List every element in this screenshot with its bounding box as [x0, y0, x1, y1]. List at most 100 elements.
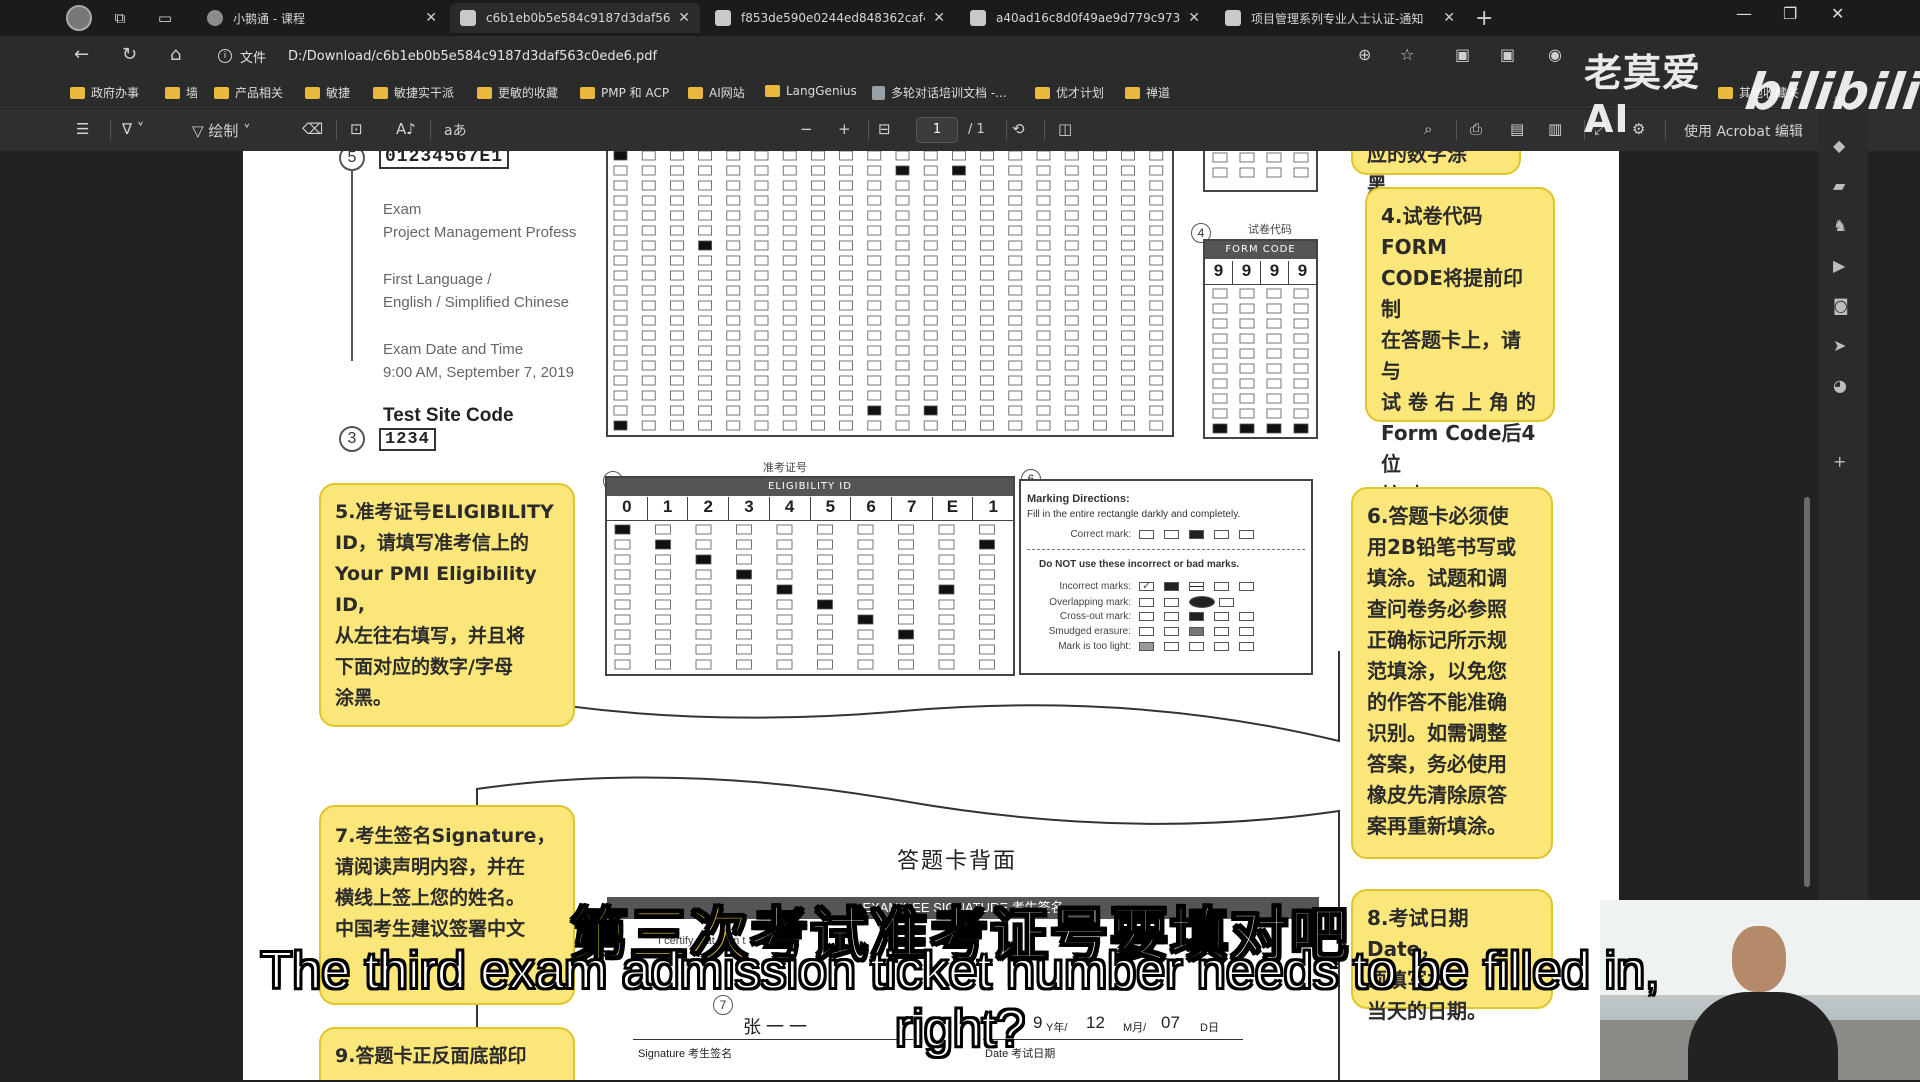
answer-bubble: [1092, 345, 1107, 356]
watermark-author: 老莫爱AI: [1584, 51, 1702, 141]
site-info-icon[interactable]: i: [218, 49, 232, 63]
briefcase-icon[interactable]: ▰: [1833, 176, 1845, 195]
answer-bubble: [776, 569, 793, 580]
search-icon[interactable]: ⌕: [1424, 120, 1432, 138]
bookmark-folder[interactable]: 敏捷: [305, 84, 350, 101]
restore-button[interactable]: ❐: [1783, 4, 1797, 23]
close-tab-icon[interactable]: ✕: [678, 10, 690, 26]
filled-bubble: [776, 584, 793, 595]
translate-tool[interactable]: aあ: [444, 120, 467, 140]
answer-bubble: [726, 210, 741, 221]
scrollbar-thumb[interactable]: [1804, 497, 1810, 887]
contents-icon[interactable]: ☰: [76, 120, 89, 138]
close-tab-icon[interactable]: ✕: [1443, 10, 1455, 26]
reload-button[interactable]: ↻: [122, 44, 137, 65]
tab-course[interactable]: 小鹅通 - 课程 ✕: [197, 3, 447, 33]
answer-bubble: [951, 180, 966, 191]
bookmark-folder[interactable]: 禅道: [1125, 84, 1170, 101]
folder-icon: [373, 86, 388, 99]
answer-bubble: [655, 614, 671, 625]
answer-bubble: [857, 584, 874, 595]
workspaces-icon[interactable]: ⧉: [108, 6, 132, 30]
bookmark-folder[interactable]: 政府办事: [70, 84, 139, 101]
save-as-icon[interactable]: ▥: [1548, 120, 1562, 138]
answer-bubble: [1064, 390, 1079, 401]
vertical-scrollbar[interactable]: [1804, 151, 1810, 888]
zoom-in-button[interactable]: +: [838, 120, 851, 138]
page-view-icon[interactable]: ◫: [1058, 120, 1072, 138]
zoom-out-button[interactable]: −: [800, 120, 813, 138]
bookmark-folder[interactable]: 更敏的收藏: [477, 84, 558, 101]
answer-bubble: [1121, 345, 1135, 356]
minimize-button[interactable]: —: [1736, 4, 1752, 23]
bookmark-folder[interactable]: 敏捷实干派: [373, 84, 454, 101]
play-icon[interactable]: ▶: [1833, 256, 1845, 275]
answer-bubble: [1239, 303, 1255, 314]
filled-bubble: [698, 240, 712, 251]
close-tab-icon[interactable]: ✕: [1188, 10, 1200, 26]
new-tab-button[interactable]: +: [1475, 6, 1493, 31]
chat-icon[interactable]: ◕: [1833, 376, 1847, 395]
read-aloud-icon[interactable]: A♪: [396, 120, 416, 138]
tab-actions-icon[interactable]: ▭: [153, 6, 177, 30]
bookmark-folder[interactable]: AI网站: [688, 84, 745, 101]
bookmark-folder[interactable]: 墙: [165, 84, 198, 101]
extension-icon[interactable]: ◉: [1548, 45, 1562, 64]
answer-bubble: [923, 345, 938, 356]
rotate-icon[interactable]: ⟲: [1012, 120, 1025, 138]
example-box: [1164, 627, 1179, 636]
answer-bubble: [980, 255, 995, 266]
answer-bubble: [1036, 405, 1051, 416]
answer-bubble: [895, 405, 910, 416]
back-button[interactable]: ←: [74, 44, 89, 65]
tab-notice[interactable]: 项目管理系列专业人士认证-通知 ✕: [1215, 3, 1465, 33]
answer-bubble: [1064, 225, 1079, 236]
answer-bubble: [670, 360, 684, 371]
profile-avatar[interactable]: [66, 5, 92, 31]
answer-bubble: [980, 270, 995, 281]
eraser-icon[interactable]: ⌫: [302, 120, 323, 138]
home-button[interactable]: ⌂: [170, 44, 181, 65]
answer-bubble: [1212, 167, 1228, 178]
zoom-icon[interactable]: ⊕: [1358, 45, 1371, 64]
bookmark-folder[interactable]: 优才计划: [1035, 84, 1104, 101]
bookmark-folder[interactable]: LangGenius: [765, 84, 857, 98]
url-text[interactable]: D:/Download/c6b1eb0b5e584c9187d3daf563c0…: [288, 49, 657, 64]
tab-pdf-3[interactable]: a40ad16c8d0f49ae9d779c9735 ✕: [960, 3, 1210, 33]
answer-bubble: [695, 569, 712, 580]
page-number-input[interactable]: 1: [916, 117, 958, 143]
answer-bubble: [817, 554, 833, 565]
tab-pdf-2[interactable]: f853de590e0244ed848362caf48 ✕: [705, 3, 955, 33]
answer-bubble: [1064, 405, 1079, 416]
folder-icon: [305, 86, 320, 99]
draw-tool[interactable]: ▽ 绘制 ˅: [192, 120, 251, 141]
highlight-icon[interactable]: ∇ ˅: [122, 120, 144, 138]
add-sidebar-icon[interactable]: +: [1833, 452, 1846, 471]
save-icon[interactable]: ▤: [1510, 120, 1524, 138]
office-icon[interactable]: ◙: [1833, 296, 1849, 315]
favorite-star-icon[interactable]: ☆: [1400, 45, 1414, 64]
answer-bubble: [1149, 151, 1164, 161]
answer-bubble: [817, 629, 833, 640]
tip-line: 6.答题卡必须使: [1367, 504, 1509, 528]
games-icon[interactable]: ♞: [1833, 216, 1847, 235]
answer-bubble: [736, 524, 752, 535]
answer-bubble: [1121, 180, 1135, 191]
example-box: [1164, 642, 1179, 651]
fit-page-icon[interactable]: ⊟: [878, 120, 891, 138]
tab-pdf-active[interactable]: c6b1eb0b5e584c9187d3daf563c ✕: [450, 3, 700, 33]
close-window-button[interactable]: ✕: [1831, 4, 1844, 23]
text-box-icon[interactable]: ⊡: [350, 120, 363, 138]
print-icon[interactable]: ⎙: [1470, 120, 1482, 138]
omnibox[interactable]: i 文件 D:/Download/c6b1eb0b5e584c9187d3daf…: [218, 41, 1523, 71]
send-icon[interactable]: ➤: [1833, 336, 1846, 355]
close-tab-icon[interactable]: ✕: [933, 10, 945, 26]
bookmark-doc[interactable]: 多轮对话培训文档 -...: [872, 84, 1007, 101]
bookmark-folder[interactable]: 产品相关: [214, 84, 283, 101]
extension-icon[interactable]: ▣: [1500, 45, 1515, 64]
extension-icon[interactable]: ▣: [1455, 45, 1470, 64]
bookmark-folder[interactable]: PMP 和 ACP: [580, 84, 669, 101]
answer-bubble: [1092, 315, 1107, 326]
candidate-number: 01234567E1: [379, 151, 510, 169]
close-tab-icon[interactable]: ✕: [425, 10, 437, 26]
